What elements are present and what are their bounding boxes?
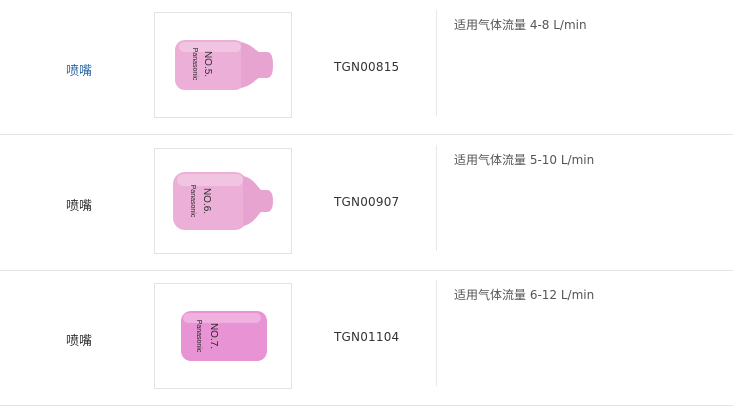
- product-description: 适用气体流量 6-12 L/min: [454, 288, 595, 302]
- product-name: 喷嘴: [66, 334, 93, 349]
- nozzle-brand-text: Panasonic: [191, 48, 198, 81]
- divider: [436, 145, 437, 251]
- nozzle-brand-text: Panasonic: [195, 320, 202, 353]
- product-image: Panasonic NO.6.: [154, 148, 292, 254]
- product-table: 喷嘴 Panasonic NO.5. TGN00815 适用气体流量 4-8 L…: [0, 0, 733, 409]
- table-row: 喷嘴 Panasonic NO.7. TGN01104 适用气体流量 6-12 …: [0, 270, 733, 406]
- table-row: 喷嘴 Panasonic NO.5. TGN00815 适用气体流量 4-8 L…: [0, 0, 733, 135]
- nozzle-size-text: NO.5.: [202, 51, 213, 77]
- product-name-link[interactable]: 喷嘴: [66, 60, 92, 79]
- table-row: 喷嘴 Panasonic NO.6. TGN00907 适用气体流量 5-10 …: [0, 135, 733, 271]
- product-image: Panasonic NO.7.: [154, 283, 292, 389]
- nozzle-brand-text: Panasonic: [189, 185, 196, 218]
- product-description: 适用气体流量 4-8 L/min: [454, 18, 587, 32]
- product-code: TGN01104: [334, 330, 400, 344]
- product-code: TGN00907: [334, 195, 400, 209]
- product-description: 适用气体流量 5-10 L/min: [454, 153, 595, 167]
- nozzle-size-text: NO.7.: [208, 323, 219, 349]
- nozzle-illustration: Panasonic NO.7.: [181, 311, 267, 361]
- product-code: TGN00815: [334, 60, 400, 74]
- nozzle-size-text: NO.6.: [201, 188, 212, 214]
- nozzle-illustration: Panasonic NO.5.: [175, 40, 273, 90]
- product-name: 喷嘴: [66, 199, 93, 214]
- divider: [436, 10, 437, 116]
- product-image: Panasonic NO.5.: [154, 12, 292, 118]
- nozzle-illustration: Panasonic NO.6.: [173, 172, 273, 230]
- divider: [436, 280, 437, 386]
